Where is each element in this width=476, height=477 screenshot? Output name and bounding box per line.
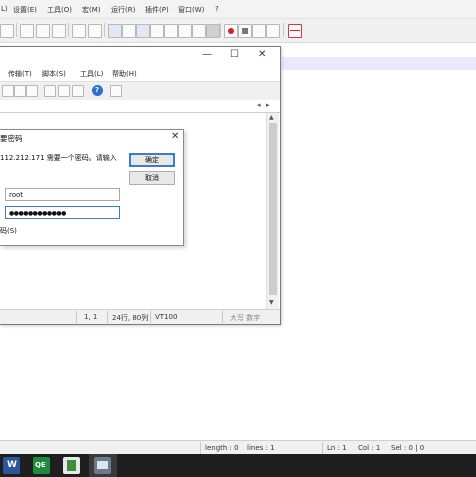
terminal-statusbar: 1, 1 24行, 80列 VT100 大写 数字 [0, 309, 280, 324]
cancel-button[interactable]: 取消 [129, 171, 175, 185]
maximize-button[interactable]: ☐ [230, 49, 239, 60]
toolbar-separator [16, 23, 17, 37]
word-icon[interactable]: W [3, 457, 20, 474]
terminal-caps-num: 大写 数字 [230, 314, 261, 322]
toolbar-doc-map-icon[interactable] [164, 24, 178, 38]
ok-button[interactable]: 确定 [129, 153, 175, 167]
dialog-title: 要密码 [0, 134, 23, 143]
menu-script[interactable]: 脚本(S) [42, 69, 66, 79]
scroll-up-icon[interactable]: ▲ [269, 114, 274, 121]
terminal-type: VT100 [155, 313, 178, 321]
toolbar-wrap-icon[interactable] [108, 24, 122, 38]
terminal-toolbar: ? [0, 81, 280, 101]
tab-scroll-left-icon[interactable]: ◂ [257, 101, 261, 109]
status-divider [150, 311, 151, 323]
file-icon[interactable] [63, 457, 80, 474]
spellcheck-icon[interactable] [288, 24, 302, 38]
scrollbar-thumb[interactable] [269, 123, 277, 295]
username-field[interactable]: root [5, 188, 120, 201]
status-divider [76, 311, 77, 323]
menu-tools[interactable]: 工具(L) [80, 69, 103, 79]
status-length: length : 0 [205, 444, 239, 452]
toolbar-separator [68, 23, 69, 37]
key-icon[interactable] [72, 85, 84, 97]
copy-icon[interactable] [2, 85, 14, 97]
tab-scroll-right-icon[interactable]: ▸ [266, 101, 270, 109]
toolbar-separator [220, 23, 221, 37]
minimize-button[interactable]: — [202, 49, 212, 60]
dialog-message: 112.212.171 需要一个密码。请输入 [0, 154, 117, 162]
outer-menu-item[interactable]: L) [1, 5, 8, 13]
toolbar-folder-icon[interactable] [192, 24, 206, 38]
play-macro-icon[interactable] [252, 24, 266, 38]
stop-macro-icon[interactable] [238, 24, 252, 38]
outer-menu-item[interactable]: 设置(E) [13, 5, 37, 15]
status-ln: Ln : 1 [327, 444, 347, 452]
menu-help[interactable]: 帮助(H) [112, 69, 137, 79]
terminal-tabbar: ◂ ▸ [0, 100, 280, 113]
toolbar-paste-icon[interactable] [52, 24, 66, 38]
toolbar-monitor-icon[interactable] [206, 24, 220, 38]
taskbar: W QE [0, 454, 476, 477]
toolbar-pilcrow-icon[interactable] [122, 24, 136, 38]
password-field[interactable]: ●●●●●●●●●●●● [5, 206, 120, 219]
save-password-label[interactable]: 码(S) [0, 226, 17, 236]
taskbar-active-item[interactable] [89, 454, 117, 477]
keymap-icon[interactable] [58, 85, 70, 97]
outer-menubar: L) 设置(E) 工具(O) 宏(M) 运行(R) 插件(P) 窗口(W) ? [0, 0, 476, 19]
terminal-icon [94, 457, 111, 474]
menu-transfer[interactable]: 传输(T) [8, 69, 32, 79]
outer-menu-item[interactable]: 运行(R) [111, 5, 135, 15]
scroll-down-icon[interactable]: ▼ [269, 299, 274, 306]
outer-toolbar [0, 19, 476, 43]
status-divider [107, 311, 108, 323]
outer-menu-item[interactable]: 工具(O) [47, 5, 72, 15]
outer-menu-item[interactable]: 插件(P) [145, 5, 169, 15]
toolbar-print-icon[interactable] [0, 24, 14, 38]
paste-icon[interactable] [14, 85, 26, 97]
print-icon[interactable] [26, 85, 38, 97]
toolbar-find-icon[interactable] [72, 24, 86, 38]
script-icon[interactable] [110, 85, 122, 97]
status-divider [322, 442, 323, 454]
play-multiple-macro-icon[interactable] [266, 24, 280, 38]
outer-menu-item[interactable]: 窗口(W) [178, 5, 204, 15]
close-button[interactable]: ✕ [258, 49, 266, 60]
toolbar-indent-guide-icon[interactable] [136, 24, 150, 38]
status-sel: Sel : 0 | 0 [391, 444, 425, 452]
settings-icon[interactable] [44, 85, 56, 97]
toolbar-replace-icon[interactable] [88, 24, 102, 38]
dialog-close-icon[interactable]: ✕ [171, 131, 179, 142]
password-dialog: 要密码 ✕ 112.212.171 需要一个密码。请输入 确定 取消 root … [0, 129, 184, 246]
status-lines: lines : 1 [247, 444, 275, 452]
terminal-titlebar[interactable]: — ☐ ✕ [0, 47, 280, 67]
toolbar-separator [283, 23, 284, 37]
record-macro-icon[interactable] [224, 24, 238, 38]
current-line-highlight [282, 57, 476, 70]
status-divider [222, 311, 223, 323]
toolbar-func-list-icon[interactable] [178, 24, 192, 38]
outer-menu-item[interactable]: ? [215, 5, 219, 13]
excel-icon[interactable]: QE [33, 457, 50, 474]
terminal-cursor-pos: 1, 1 [84, 313, 98, 321]
toolbar-separator [104, 23, 105, 37]
toolbar-cut-icon[interactable] [20, 24, 34, 38]
outer-menu-item[interactable]: 宏(M) [82, 5, 101, 15]
outer-statusbar: length : 0 lines : 1 Ln : 1 Col : 1 Sel … [0, 440, 476, 455]
status-divider [200, 442, 201, 454]
help-icon[interactable]: ? [92, 85, 103, 96]
toolbar-copy-icon[interactable] [36, 24, 50, 38]
terminal-scrollbar[interactable]: ▲ ▼ [266, 113, 279, 309]
toolbar-lang-icon[interactable] [150, 24, 164, 38]
terminal-menubar: 传输(T) 脚本(S) 工具(L) 帮助(H) [0, 67, 280, 81]
status-col: Col : 1 [358, 444, 381, 452]
terminal-size: 24行, 80列 [112, 314, 149, 322]
